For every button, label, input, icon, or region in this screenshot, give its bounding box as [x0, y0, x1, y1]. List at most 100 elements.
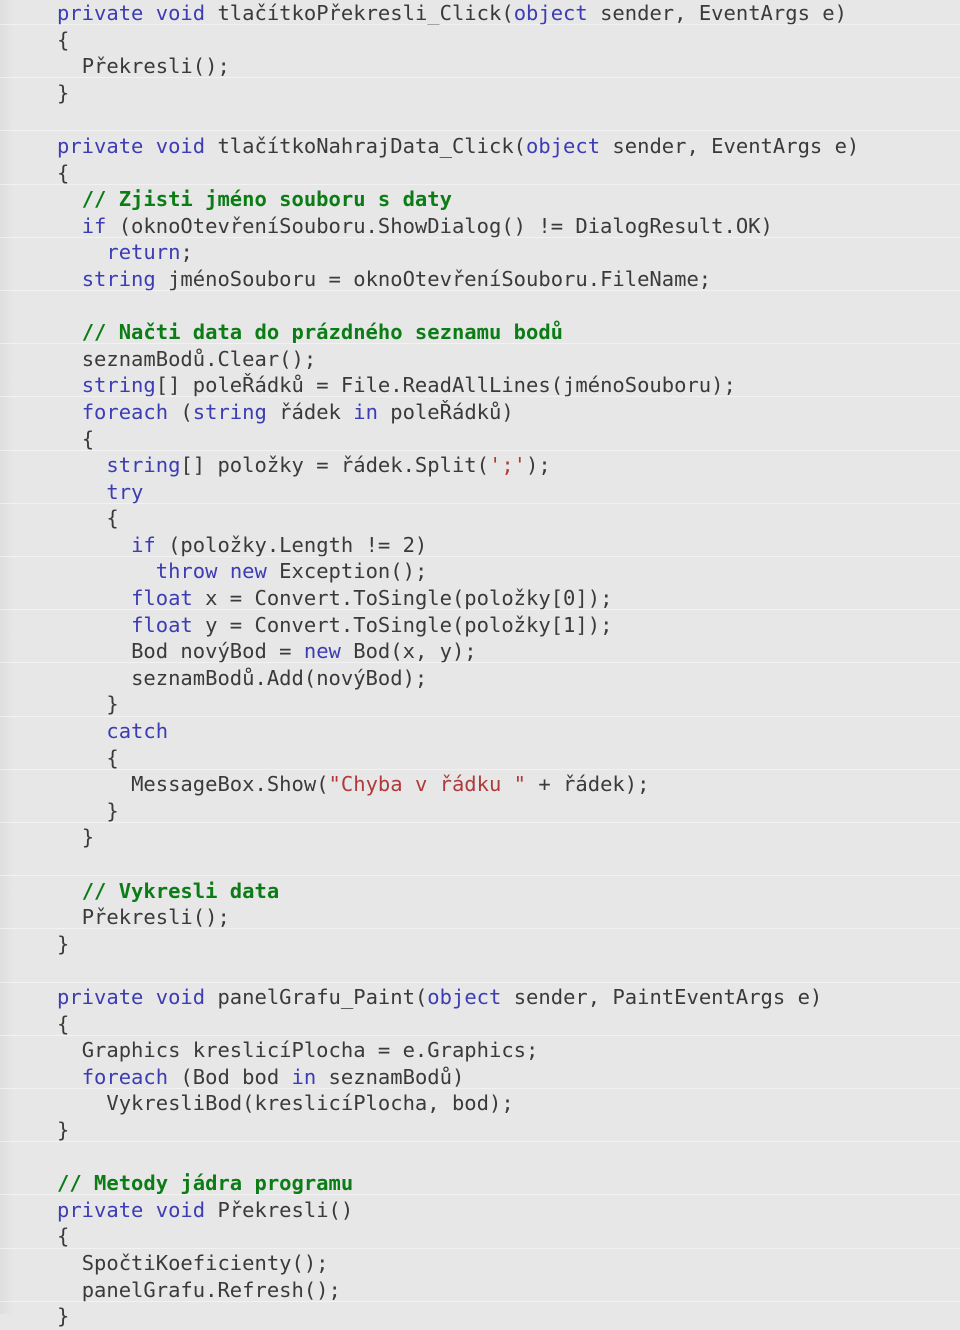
code-line: {: [0, 426, 960, 453]
code-line: }: [0, 691, 960, 718]
code-text: Bod(x, y);: [340, 639, 477, 664]
code-text: řádek: [266, 399, 354, 424]
code-line: foreach (Bod bod in seznamBodů): [0, 1064, 960, 1091]
code-listing: private void tlačítkoPřekresli_Click(obj…: [0, 0, 960, 1328]
code-text: {: [57, 1011, 70, 1036]
code-text: {: [57, 160, 70, 185]
code-text: seznamBodů.Clear();: [81, 346, 317, 371]
code-keyword: void: [155, 133, 206, 158]
code-comment: // Zjisti jméno souboru s daty: [81, 187, 452, 212]
code-line: if (oknoOtevřeníSouboru.ShowDialog() != …: [0, 213, 960, 240]
code-text: Překresli(): [205, 1197, 354, 1222]
code-text: }: [106, 692, 119, 717]
code-line: {: [0, 1011, 960, 1038]
code-text: Překresli();: [81, 54, 230, 79]
code-line: Překresli();: [0, 53, 960, 80]
code-text: }: [106, 798, 119, 823]
code-line: Bod novýBod = new Bod(x, y);: [0, 638, 960, 665]
code-text: poleŘádků): [377, 399, 514, 424]
code-keyword: in: [291, 1064, 317, 1089]
code-text: MessageBox.Show(: [131, 772, 329, 797]
code-keyword: in: [353, 399, 378, 424]
code-line: }: [0, 1303, 960, 1330]
code-keyword: void: [155, 1197, 206, 1222]
code-text: Překresli();: [81, 905, 230, 930]
code-keyword: private: [57, 1197, 144, 1222]
code-text: }: [57, 931, 70, 956]
code-line: }: [0, 80, 960, 107]
code-line: if (položky.Length != 2): [0, 532, 960, 559]
code-text: }: [57, 80, 70, 105]
code-line: string[] položky = řádek.Split(';');: [0, 452, 960, 479]
code-text: jménoSouboru = oknoOtevřeníSouboru.FileN…: [155, 266, 712, 291]
code-string-literal: "Chyba v řádku ": [328, 772, 527, 797]
code-text: seznamBodů.Add(novýBod);: [131, 665, 428, 690]
code-line: throw new Exception();: [0, 558, 960, 585]
code-text: [] poleŘádků = File.ReadAllLines(jménoSo…: [155, 373, 736, 398]
code-line: }: [0, 824, 960, 851]
code-line: // Zjisti jméno souboru s daty: [0, 186, 960, 213]
code-line: }: [0, 798, 960, 825]
code-keyword: string: [81, 266, 156, 291]
code-keyword: throw: [155, 559, 218, 584]
code-line: {: [0, 1223, 960, 1250]
code-keyword: foreach: [81, 1064, 169, 1089]
code-text: {: [106, 506, 119, 531]
code-keyword: foreach: [81, 399, 169, 424]
code-keyword: if: [81, 213, 107, 238]
code-text: }: [81, 825, 95, 850]
code-line: private void tlačítkoNahrajData_Click(ob…: [0, 133, 960, 160]
code-keyword: private: [57, 984, 144, 1009]
code-line: try: [0, 479, 960, 506]
code-line: {: [0, 505, 960, 532]
code-text: sender, EventArgs e): [600, 133, 860, 158]
code-text: }: [57, 1117, 70, 1142]
code-line: Překresli();: [0, 904, 960, 931]
code-line: {: [0, 160, 960, 187]
code-text: );: [526, 453, 551, 478]
code-text: SpočtiKoeficienty();: [81, 1250, 329, 1275]
code-line: panelGrafu.Refresh();: [0, 1277, 960, 1304]
code-text: sender, PaintEventArgs e): [501, 984, 823, 1009]
code-line: seznamBodů.Clear();: [0, 346, 960, 373]
code-keyword: new: [229, 559, 267, 584]
code-keyword: void: [155, 1, 206, 25]
code-keyword: if: [131, 532, 156, 557]
code-text: VykresliBod(kreslicíPlocha, bod);: [106, 1091, 514, 1116]
code-keyword: float: [131, 586, 193, 611]
code-text: seznamBodů): [316, 1064, 465, 1089]
code-comment: // Vykresli data: [81, 878, 280, 903]
code-keyword: string: [81, 373, 156, 398]
code-line: }: [0, 1117, 960, 1144]
code-line: // Metody jádra programu: [0, 1170, 960, 1197]
code-line: foreach (string řádek in poleŘádků): [0, 399, 960, 426]
code-text: Bod novýBod =: [131, 639, 304, 664]
code-line: }: [0, 931, 960, 958]
code-text: x = Convert.ToSingle(položky[0]);: [192, 586, 613, 611]
code-text: tlačítkoNahrajData_Click(: [205, 133, 527, 158]
code-line: // Vykresli data: [0, 878, 960, 905]
code-keyword: object: [427, 984, 502, 1009]
code-text: {: [106, 745, 119, 770]
code-line: SpočtiKoeficienty();: [0, 1250, 960, 1277]
code-line: float y = Convert.ToSingle(položky[1]);: [0, 612, 960, 639]
code-line: string jménoSouboru = oknoOtevřeníSoubor…: [0, 266, 960, 293]
code-text: + řádek);: [526, 772, 650, 797]
code-text: Exception();: [266, 559, 428, 584]
code-text: (oknoOtevřeníSouboru.ShowDialog() != Dia…: [106, 213, 773, 238]
code-text: Graphics kreslicíPlocha = e.Graphics;: [81, 1038, 539, 1063]
code-line: MessageBox.Show("Chyba v řádku " + řádek…: [0, 771, 960, 798]
code-keyword: try: [106, 479, 144, 504]
code-keyword: object: [526, 133, 601, 158]
code-text: [] položky = řádek.Split(: [180, 453, 489, 478]
code-comment: // Načti data do prázdného seznamu bodů: [81, 320, 564, 345]
code-keyword: void: [155, 984, 206, 1009]
